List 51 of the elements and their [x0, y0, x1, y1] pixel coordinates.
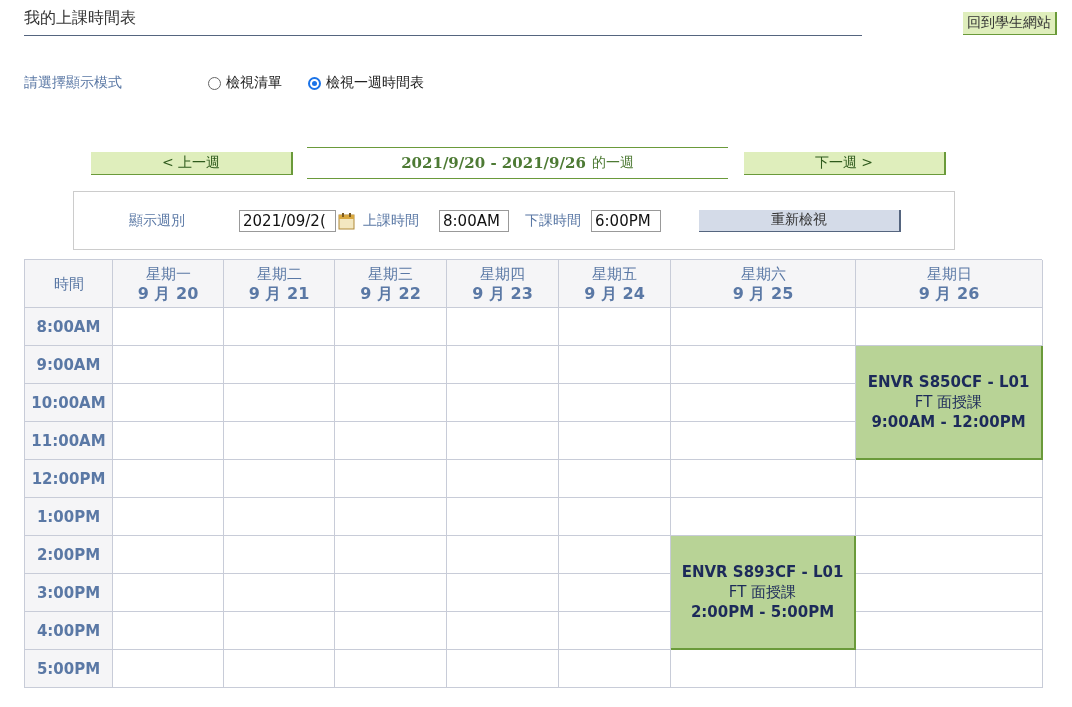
weekday-label: 星期二 [256, 263, 302, 284]
date-input[interactable]: 2021/09/2( [239, 209, 336, 232]
time-label: 2:00PM [36, 545, 101, 564]
date-label: 9 月 21 [248, 283, 310, 304]
refresh-button[interactable]: 重新檢視 [699, 209, 901, 232]
week-label: 顯示週別 [129, 211, 185, 230]
time-label: 12:00PM [31, 469, 106, 488]
time-label: 8:00AM [36, 317, 101, 336]
next-week-button[interactable]: 下一週 > [744, 151, 946, 175]
start-time-input[interactable]: 8:00AM [439, 209, 509, 232]
course-code: ENVR S893CF - L01 [681, 562, 844, 582]
time-label: 4:00PM [36, 621, 101, 640]
weekday-label: 星期日 [926, 263, 972, 284]
end-time-input[interactable]: 6:00PM [591, 209, 661, 232]
mode-label: 請選擇顯示模式 [24, 74, 123, 92]
date-label: 9 月 23 [472, 283, 533, 304]
time-label: 3:00PM [36, 583, 101, 602]
weekday-label: 星期一 [145, 263, 191, 284]
date-label: 9 月 24 [584, 283, 645, 304]
radio-button[interactable] [308, 76, 321, 90]
time-label: 11:00AM [31, 431, 106, 450]
class-mode: FT 面授課 [728, 582, 797, 602]
class-block[interactable]: ENVR S850CF - L01 FT 面授課 9:00AM - 12:00PM [856, 346, 1043, 460]
radio-label: 檢視清單 [226, 74, 282, 92]
week-range: 2021/9/20 - 2021/9/26 [401, 154, 586, 172]
week-suffix: 的一週 [591, 154, 634, 172]
date-label: 9 月 25 [732, 283, 794, 304]
date-label: 9 月 20 [137, 283, 199, 304]
class-time: 9:00AM - 12:00PM [871, 412, 1026, 432]
weekday-label: 星期六 [740, 263, 786, 284]
time-label: 5:00PM [36, 659, 101, 678]
class-block[interactable]: ENVR S893CF - L01 FT 面授課 2:00PM - 5:00PM [671, 536, 856, 650]
page-title: 我的上課時間表 [24, 8, 862, 36]
prev-week-button[interactable]: < 上一週 [91, 151, 293, 175]
class-time: 2:00PM - 5:00PM [690, 602, 835, 622]
time-label: 10:00AM [31, 393, 106, 412]
course-code: ENVR S850CF - L01 [867, 372, 1030, 392]
calendar-icon[interactable] [338, 211, 355, 230]
date-label: 9 月 26 [918, 283, 980, 304]
weekday-label: 星期五 [592, 263, 637, 284]
time-label: 1:00PM [36, 507, 101, 526]
weekday-label: 星期四 [480, 263, 525, 284]
weekday-label: 星期三 [368, 263, 413, 284]
class-mode: FT 面授課 [914, 392, 983, 412]
time-header: 時間 [53, 273, 84, 294]
time-label: 9:00AM [36, 355, 101, 374]
start-time-label: 上課時間 [363, 211, 419, 230]
radio-label: 檢視一週時間表 [326, 74, 424, 92]
back-link-button[interactable]: 回到學生網站 [963, 12, 1057, 35]
end-time-label: 下課時間 [525, 211, 581, 230]
date-label: 9 月 22 [360, 283, 421, 304]
